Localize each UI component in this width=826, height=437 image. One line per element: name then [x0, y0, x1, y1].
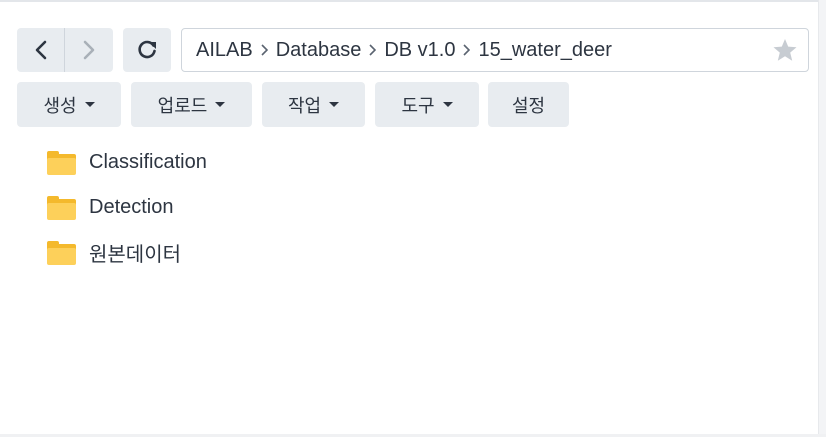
breadcrumb-db-version[interactable]: DB v1.0 [384, 39, 455, 62]
caret-down-icon [442, 102, 453, 107]
caret-down-icon [329, 102, 340, 107]
tools-button-label: 도구 [401, 95, 435, 116]
folder-icon [47, 150, 76, 175]
nav-button-group [17, 28, 113, 72]
create-button-label: 생성 [43, 95, 77, 116]
settings-button-label: 설정 [511, 95, 546, 116]
back-button[interactable] [17, 28, 65, 72]
list-item-original-data[interactable]: 원본데이터 [47, 230, 207, 275]
breadcrumb-separator-icon [261, 44, 268, 56]
breadcrumb-separator-icon [463, 44, 471, 56]
breadcrumb-separator-icon [369, 44, 377, 56]
refresh-button[interactable] [123, 28, 171, 72]
action-button-label: 작업 [287, 95, 322, 116]
list-item-classification[interactable]: Classification [47, 140, 207, 185]
breadcrumb-current-folder[interactable]: 15_water_deer [478, 39, 611, 62]
favorite-button[interactable] [772, 37, 798, 69]
window-right-edge [818, 0, 826, 437]
file-name: Detection [89, 196, 174, 218]
settings-button[interactable]: 설정 [488, 82, 569, 127]
file-name: Classification [89, 151, 207, 173]
star-icon [773, 39, 797, 61]
upload-button-label: 업로드 [157, 95, 208, 116]
action-button[interactable]: 작업 [262, 82, 365, 127]
folder-icon [47, 240, 76, 265]
breadcrumb-database[interactable]: Database [276, 39, 362, 62]
folder-icon [47, 195, 76, 220]
window-top-edge [0, 0, 826, 2]
chevron-left-icon [35, 40, 46, 60]
forward-button[interactable] [65, 28, 113, 72]
create-button[interactable]: 생성 [17, 82, 121, 127]
caret-down-icon [84, 102, 95, 107]
file-list: Classification Detection 원본데이터 [47, 140, 207, 275]
breadcrumb-ailab[interactable]: AILAB [196, 39, 253, 62]
list-item-detection[interactable]: Detection [47, 185, 207, 230]
upload-button[interactable]: 업로드 [131, 82, 252, 127]
caret-down-icon [215, 102, 226, 107]
tools-button[interactable]: 도구 [375, 82, 479, 127]
path-bar[interactable]: AILAB Database DB v1.0 15_water_deer [181, 28, 809, 72]
chevron-right-icon [83, 40, 95, 60]
refresh-icon [138, 40, 156, 59]
file-name: 원본데이터 [89, 244, 181, 266]
